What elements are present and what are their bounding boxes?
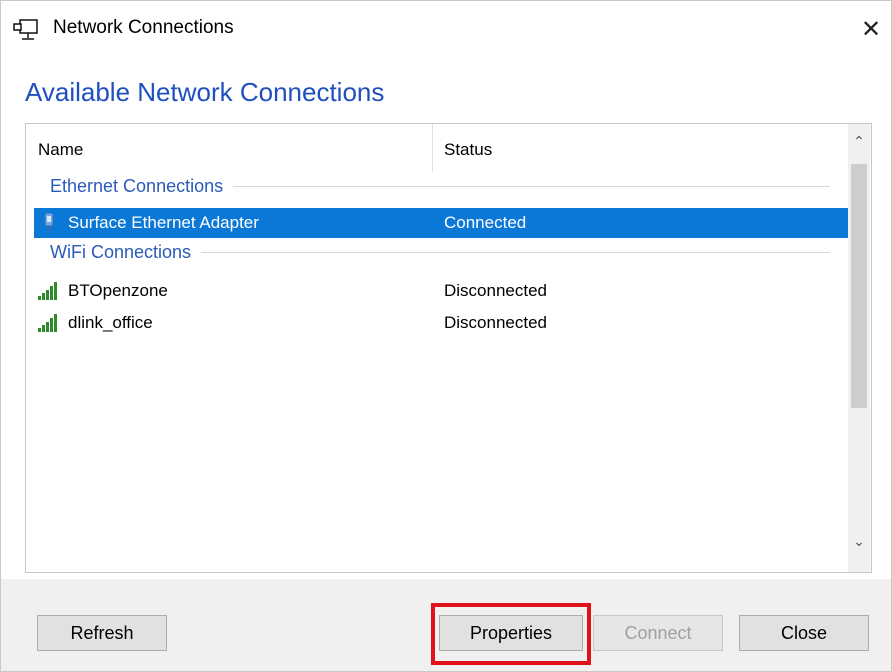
page-title: Available Network Connections [25,77,385,107]
group-header-wifi: WiFi Connections [50,242,830,263]
button-bar: Refresh Properties Connect Close [1,579,891,671]
wifi-signal-icon [38,314,57,332]
connection-name: Surface Ethernet Adapter [68,213,259,232]
refresh-button[interactable]: Refresh [37,615,167,651]
list-item-surface-ethernet-adapter[interactable]: Surface Ethernet Adapter Connected [34,208,848,238]
group-header-ethernet: Ethernet Connections [50,176,830,197]
close-button[interactable]: Close [739,615,869,651]
close-window-button[interactable]: ✕ [853,11,889,47]
connection-status: Disconnected [444,313,548,332]
wifi-signal-icon [38,282,57,300]
title-bar: Network Connections ✕ [1,1,891,57]
list-item-dlink-office[interactable]: dlink_office Disconnected [34,308,848,338]
connection-name: dlink_office [68,313,153,332]
column-header: Name Status [26,124,848,172]
group-label: WiFi Connections [50,242,192,262]
column-header-name[interactable]: Name [38,140,83,160]
network-monitor-icon [13,19,38,40]
connections-list[interactable]: Name Status Ethernet Connections Surface… [25,123,872,573]
window-title: Network Connections [53,17,234,38]
group-divider [201,252,830,253]
group-divider [233,186,830,187]
column-separator[interactable] [432,124,433,172]
connection-status: Disconnected [444,281,548,300]
group-label: Ethernet Connections [50,176,224,196]
network-connections-window: Network Connections ✕ Available Network … [0,0,892,672]
list-item-btopenzone[interactable]: BTOpenzone Disconnected [34,276,848,306]
scroll-down-icon[interactable]: ⌄ [848,530,870,552]
vertical-scrollbar[interactable]: ⌃ ⌄ [848,124,870,572]
connect-button[interactable]: Connect [593,615,723,651]
scroll-thumb[interactable] [851,164,867,408]
connection-name: BTOpenzone [68,281,168,300]
column-header-status[interactable]: Status [444,140,492,160]
highlight-box [431,603,591,665]
connection-status: Connected [444,213,527,232]
ethernet-icon [44,213,54,232]
scroll-up-icon[interactable]: ⌃ [848,130,870,152]
